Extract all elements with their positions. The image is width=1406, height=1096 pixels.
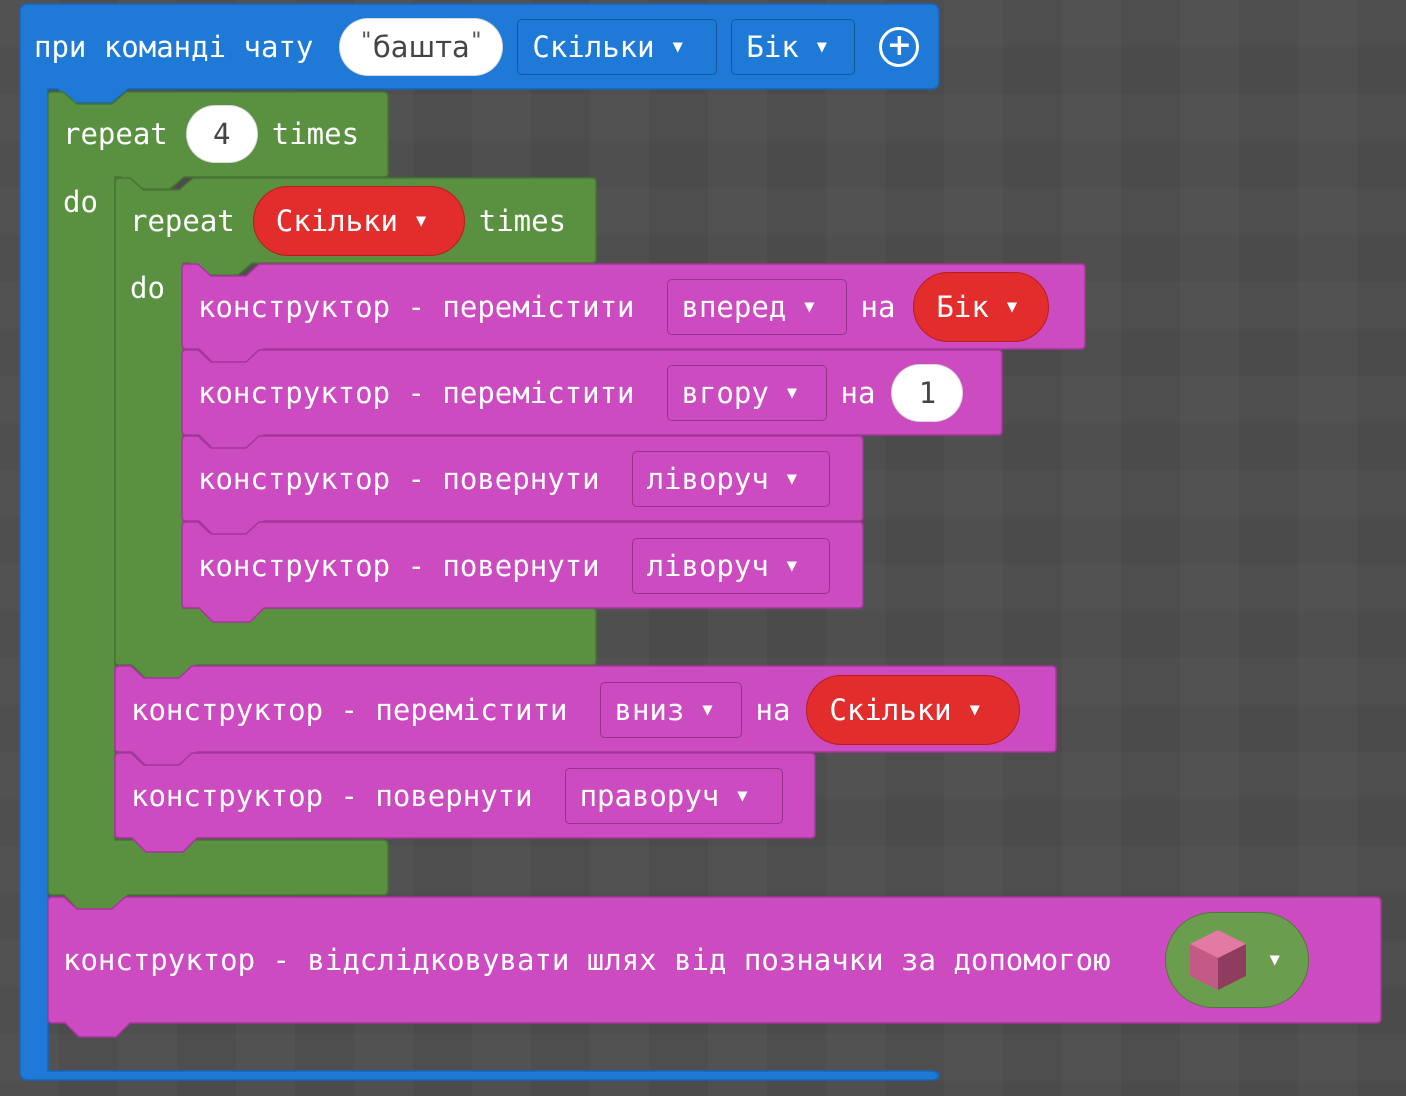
inner-block-4: конструктор - повернути ліворуч ▼: [198, 537, 830, 595]
variable-label: Скільки: [829, 693, 952, 727]
repeat-outer-label: repeat: [63, 117, 168, 151]
repeat-outer-count-field[interactable]: 4: [185, 105, 258, 163]
open-quote: ": [359, 28, 373, 54]
chat-command-field[interactable]: " башта ": [339, 18, 504, 76]
repeat-inner-label: repeat: [130, 204, 235, 238]
block-prefix: конструктор - перемістити: [198, 290, 635, 324]
turn-dropdown[interactable]: ліворуч ▼: [631, 451, 830, 507]
on-label: на: [840, 376, 876, 410]
chevron-down-icon: ▼: [702, 700, 713, 720]
chevron-down-icon: ▼: [816, 37, 827, 57]
chevron-down-icon: ▼: [1006, 297, 1018, 317]
distance-variable[interactable]: Бік ▼: [913, 272, 1050, 342]
plus-glyph: +: [886, 28, 912, 63]
inner-block-3: конструктор - повернути ліворуч ▼: [198, 450, 830, 508]
turn-label: ліворуч: [646, 549, 769, 583]
block-prefix: конструктор - повернути: [198, 549, 600, 583]
distance-number-field[interactable]: 1: [891, 364, 964, 422]
block-prefix: конструктор - повернути: [198, 462, 600, 496]
outer-block-1: конструктор - перемістити вниз ▼ на Скіл…: [131, 674, 1021, 746]
outer-block-2: конструктор - повернути праворуч ▼: [131, 767, 783, 825]
trace-block: конструктор - відслідковувати шлях від п…: [63, 912, 1309, 1008]
direction-dropdown[interactable]: вниз ▼: [599, 682, 742, 738]
direction-dropdown[interactable]: вперед ▼: [666, 279, 847, 335]
on-label: на: [755, 693, 791, 727]
distance-variable[interactable]: Скільки ▼: [806, 675, 1021, 745]
repeat-outer-do-label: do: [63, 185, 98, 219]
chevron-down-icon: ▼: [737, 786, 748, 806]
block-prefix: конструктор - перемістити: [198, 376, 635, 410]
param1-dropdown[interactable]: Скільки ▼: [517, 19, 718, 75]
param1-label: Скільки: [532, 30, 655, 64]
block-prefix: конструктор - перемістити: [131, 693, 568, 727]
event-label: при команді чату: [34, 30, 314, 64]
repeat-inner-count-variable[interactable]: Скільки ▼: [252, 186, 465, 256]
direction-label: вниз: [614, 693, 685, 727]
param2-label: Бік: [746, 30, 799, 64]
chevron-down-icon: ▼: [1269, 950, 1280, 970]
inner-block-1: конструктор - перемістити вперед ▼ на Бі…: [198, 271, 1050, 343]
chevron-down-icon: ▼: [969, 700, 980, 720]
variable-label: Бік: [936, 290, 989, 324]
chevron-down-icon: ▼: [415, 211, 427, 231]
trace-label: конструктор - відслідковувати шлях від п…: [63, 943, 1111, 977]
variable-label: Скільки: [275, 204, 398, 238]
on-label: на: [860, 290, 896, 324]
direction-label: вперед: [681, 290, 787, 324]
repeat-outer-times-label: times: [271, 117, 360, 151]
chevron-down-icon: ▼: [786, 469, 798, 489]
repeat-inner-times-label: times: [478, 204, 567, 238]
chevron-down-icon: ▼: [804, 297, 815, 317]
direction-dropdown[interactable]: вгору ▼: [666, 365, 827, 421]
plus-circle-icon[interactable]: +: [879, 27, 920, 67]
chevron-down-icon: ▼: [672, 37, 683, 57]
chevron-down-icon: ▼: [786, 383, 798, 403]
block-prefix: конструктор - повернути: [131, 779, 533, 813]
pink-cube-icon: [1189, 930, 1246, 990]
repeat-inner-do-label: do: [130, 271, 165, 305]
turn-label: ліворуч: [646, 462, 769, 496]
inner-block-2: конструктор - перемістити вгору ▼ на 1: [198, 364, 964, 422]
chat-command-value: башта: [372, 30, 470, 64]
chevron-down-icon: ▼: [786, 556, 798, 576]
turn-label: праворуч: [579, 779, 720, 813]
direction-label: вгору: [681, 376, 769, 410]
turn-dropdown[interactable]: ліворуч ▼: [631, 538, 830, 594]
param2-dropdown[interactable]: Бік ▼: [731, 19, 856, 75]
close-quote: ": [469, 28, 484, 54]
block-type-dropdown[interactable]: ▼: [1164, 912, 1309, 1008]
turn-dropdown[interactable]: праворуч ▼: [564, 768, 783, 824]
